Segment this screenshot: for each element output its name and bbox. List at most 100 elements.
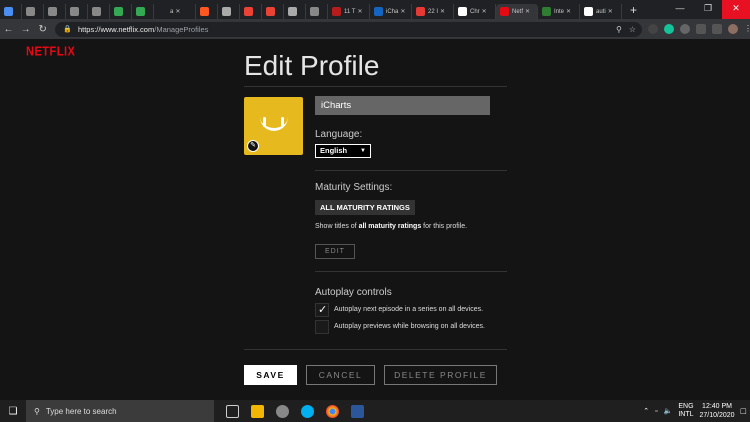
skype-icon[interactable] [301, 404, 314, 418]
menu-icon[interactable]: ⋮ [744, 24, 750, 34]
save-button[interactable]: SAVE [244, 365, 297, 385]
browser-tab[interactable] [306, 4, 328, 19]
chevron-up-icon[interactable]: ⌃ [643, 407, 649, 415]
extension-icon[interactable] [680, 24, 690, 34]
tab-favicon-icon [114, 7, 123, 16]
browser-tab[interactable] [22, 4, 44, 19]
search-icon[interactable]: ⚲ [616, 25, 622, 34]
word-icon[interactable] [351, 404, 364, 418]
extensions: ⋮ [648, 24, 750, 34]
taskbar-apps [226, 404, 364, 418]
url-path: /ManageProfiles [154, 24, 209, 34]
extension-icon[interactable] [648, 24, 658, 34]
divider [244, 86, 507, 87]
maturity-desc-text: Show titles of [315, 223, 359, 230]
tab-favicon-icon [26, 7, 35, 16]
autoplay-previews-checkbox[interactable] [315, 320, 329, 334]
lock-icon: 🔒 [63, 26, 72, 33]
tab-close-icon[interactable]: ✕ [175, 8, 180, 15]
pencil-icon[interactable]: ✎ [247, 140, 259, 152]
tab-favicon-icon [158, 7, 167, 16]
browser-tab[interactable]: Inte ✕ [538, 4, 580, 19]
browser-tab[interactable]: a ✕ [154, 4, 196, 19]
input-language[interactable]: ENG INTL [678, 403, 693, 419]
tab-favicon-icon [266, 7, 275, 16]
tab-favicon-icon [332, 7, 341, 16]
file-explorer-icon[interactable] [251, 404, 264, 418]
tab-favicon-icon [458, 7, 467, 16]
checkmark-icon: ✓ [318, 304, 328, 316]
notification-icon[interactable]: □ [741, 406, 746, 416]
maximize-button[interactable]: ❐ [694, 0, 722, 19]
tab-favicon-icon [136, 7, 145, 16]
tab-title: Inte [554, 8, 565, 15]
tab-close-icon[interactable]: ✕ [608, 8, 613, 15]
browser-tab[interactable] [218, 4, 240, 19]
taskbar: ❏ ⚲ Type here to search ⌃ ▫ 🔈 ENG INTL 1… [0, 400, 750, 422]
tab-close-icon[interactable]: ✕ [400, 8, 405, 15]
language-value: English [320, 146, 348, 155]
media-icon[interactable] [712, 24, 722, 34]
browser-tab[interactable]: iCha ✕ [370, 4, 412, 19]
divider [244, 349, 507, 350]
browser-tab[interactable] [44, 4, 66, 19]
puzzle-icon[interactable] [696, 24, 706, 34]
grammarly-icon[interactable] [664, 24, 674, 34]
tab-close-icon[interactable]: ✕ [525, 8, 530, 15]
tab-favicon-icon [48, 7, 57, 16]
cancel-button[interactable]: CANCEL [306, 365, 375, 385]
reload-icon[interactable]: ↻ [34, 24, 51, 35]
url-field[interactable]: 🔒 https://www.netflix.com /ManageProfile… [55, 21, 642, 37]
tab-title: a [170, 8, 174, 15]
tab-title: 11 T [344, 8, 356, 15]
maturity-badge: ALL MATURITY RATINGS [315, 200, 415, 215]
browser-tab[interactable] [196, 4, 218, 19]
tab-favicon-icon [288, 7, 297, 16]
tab-close-icon[interactable]: ✕ [440, 8, 445, 15]
delete-profile-button[interactable]: DELETE PROFILE [384, 365, 497, 385]
netflix-logo[interactable]: NETFLIX [26, 45, 75, 59]
back-icon[interactable]: ← [0, 24, 17, 35]
star-icon[interactable]: ☆ [629, 25, 636, 34]
browser-tab[interactable] [110, 4, 132, 19]
caret-down-icon: ▼ [360, 148, 366, 154]
page-title: Edit Profile [244, 50, 380, 81]
browser-tab[interactable] [0, 4, 22, 19]
minimize-button[interactable]: — [666, 0, 694, 19]
divider [315, 170, 507, 171]
chrome-icon[interactable] [326, 404, 339, 418]
windows-start-icon[interactable]: ❏ [0, 406, 26, 417]
close-window-button[interactable]: ✕ [722, 0, 750, 19]
browser-tab[interactable] [262, 4, 284, 19]
task-view-icon[interactable] [226, 404, 239, 418]
paint-icon[interactable] [276, 404, 289, 418]
avatar[interactable] [728, 24, 738, 34]
browser-tab[interactable] [240, 4, 262, 19]
autoplay-next-checkbox[interactable]: ✓ [315, 303, 329, 317]
network-icon[interactable]: ▫ [655, 408, 657, 415]
browser-tab[interactable] [284, 4, 306, 19]
tab-close-icon[interactable]: ✕ [566, 8, 571, 15]
tab-favicon-icon [70, 7, 79, 16]
browser-tab[interactable]: auti ✕ [580, 4, 622, 19]
browser-tab[interactable] [132, 4, 154, 19]
forward-icon[interactable]: → [17, 24, 34, 35]
edit-maturity-button[interactable]: EDIT [315, 244, 355, 259]
browser-tab[interactable] [66, 4, 88, 19]
maturity-desc-text: for this profile. [421, 223, 468, 230]
taskbar-search[interactable]: ⚲ Type here to search [26, 400, 214, 422]
browser-tab[interactable]: 11 T ✕ [328, 4, 370, 19]
volume-icon[interactable]: 🔈 [664, 407, 673, 415]
language-select[interactable]: English ▼ [315, 144, 371, 158]
tab-close-icon[interactable]: ✕ [357, 8, 362, 15]
clock[interactable]: 12:40 PM 27/10/2020 [700, 402, 735, 420]
tab-favicon-icon [542, 7, 551, 16]
profile-name-input[interactable] [315, 96, 490, 115]
browser-tab[interactable]: Netf ✕ [496, 4, 538, 19]
maturity-label: Maturity Settings: [315, 182, 393, 193]
browser-tab[interactable]: 22 I ✕ [412, 4, 454, 19]
tab-close-icon[interactable]: ✕ [482, 8, 487, 15]
browser-tab[interactable] [88, 4, 110, 19]
new-tab-button[interactable]: + [630, 3, 637, 17]
browser-tab[interactable]: Chr ✕ [454, 4, 496, 19]
